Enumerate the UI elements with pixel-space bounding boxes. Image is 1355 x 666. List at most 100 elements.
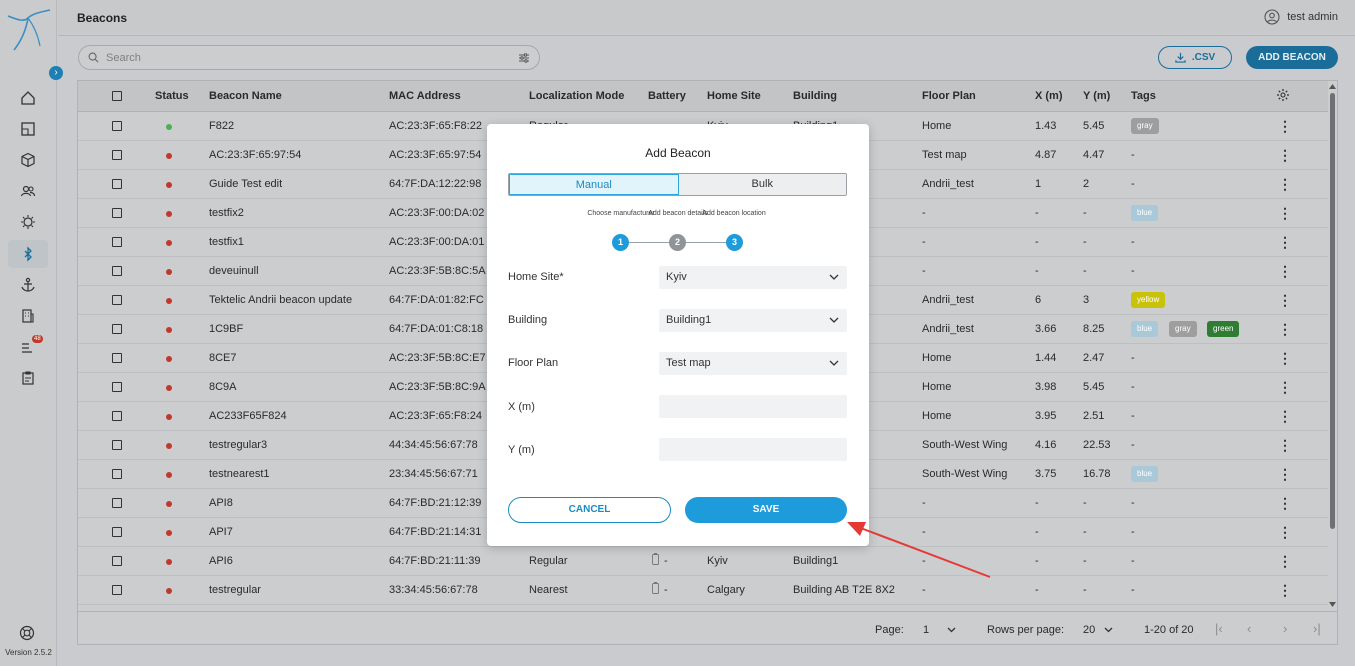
column-settings-icon[interactable] <box>1276 88 1290 102</box>
nav-beacons[interactable] <box>8 240 48 268</box>
row-checkbox[interactable] <box>112 208 122 218</box>
row-checkbox[interactable] <box>112 266 122 276</box>
search-input[interactable] <box>106 51 518 64</box>
floor-plan-select[interactable]: Test map <box>659 352 847 375</box>
chevron-down-icon <box>829 317 839 323</box>
row-checkbox[interactable] <box>112 469 122 479</box>
mac-address: AC:23:3F:5B:8C:5A <box>389 265 486 277</box>
column-header[interactable]: Y (m) <box>1083 90 1110 102</box>
prev-page-icon[interactable]: ‹ <box>1247 621 1251 636</box>
beacon-name: 1C9BF <box>209 323 244 335</box>
chevron-down-icon[interactable] <box>947 627 956 633</box>
row-checkbox[interactable] <box>112 353 122 363</box>
row-checkbox[interactable] <box>112 237 122 247</box>
chevron-down-icon[interactable] <box>1104 627 1113 633</box>
column-header[interactable]: Battery <box>648 90 686 102</box>
next-page-icon[interactable]: › <box>1283 621 1287 636</box>
row-menu-icon[interactable]: ⋮ <box>1278 467 1292 481</box>
row-checkbox[interactable] <box>112 382 122 392</box>
users-icon <box>20 185 36 197</box>
x-input[interactable] <box>659 395 847 418</box>
cancel-button[interactable]: CANCEL <box>508 497 671 523</box>
column-header[interactable]: Home Site <box>707 90 761 102</box>
nav-users[interactable] <box>15 180 41 202</box>
status-dot <box>166 530 172 536</box>
nav-reports[interactable] <box>15 367 41 389</box>
table-row[interactable]: API6 64:7F:BD:21:11:39 Regular - Kyiv Buildin… <box>78 547 1328 576</box>
row-checkbox[interactable] <box>112 440 122 450</box>
tag-badge: blue <box>1131 466 1159 482</box>
user-menu[interactable]: test admin <box>1264 9 1338 25</box>
row-menu-icon[interactable]: ⋮ <box>1278 177 1292 191</box>
help-icon[interactable] <box>19 625 35 641</box>
column-header[interactable]: Floor Plan <box>922 90 976 102</box>
row-menu-icon[interactable]: ⋮ <box>1278 380 1292 394</box>
column-header[interactable]: X (m) <box>1035 90 1063 102</box>
first-page-icon[interactable]: |‹ <box>1215 621 1223 636</box>
nav-map[interactable] <box>15 118 41 140</box>
nav-settings[interactable] <box>15 211 41 233</box>
row-menu-icon[interactable]: ⋮ <box>1278 264 1292 278</box>
expand-sidebar-button[interactable]: › <box>49 66 63 80</box>
row-menu-icon[interactable]: ⋮ <box>1278 583 1292 597</box>
column-header[interactable]: Tags <box>1131 90 1156 102</box>
row-menu-icon[interactable]: ⋮ <box>1278 119 1292 133</box>
row-menu-icon[interactable]: ⋮ <box>1278 409 1292 423</box>
column-header[interactable]: Localization Mode <box>529 90 624 102</box>
row-checkbox[interactable] <box>112 585 122 595</box>
status-dot <box>166 588 172 594</box>
nav-notifications[interactable]: 48 <box>15 335 43 358</box>
scroll-up-icon[interactable] <box>1329 84 1336 89</box>
filter-icon[interactable] <box>518 52 530 64</box>
row-checkbox[interactable] <box>112 411 122 421</box>
row-menu-icon[interactable]: ⋮ <box>1278 525 1292 539</box>
save-button[interactable]: SAVE <box>685 497 847 523</box>
last-page-icon[interactable]: ›| <box>1313 621 1321 636</box>
building-select[interactable]: Building1 <box>659 309 847 332</box>
row-menu-icon[interactable]: ⋮ <box>1278 438 1292 452</box>
tags-empty: - <box>1131 381 1135 393</box>
column-header[interactable]: MAC Address <box>389 90 461 102</box>
row-checkbox[interactable] <box>112 527 122 537</box>
row-checkbox[interactable] <box>112 179 122 189</box>
export-csv-button[interactable]: .CSV <box>1158 46 1232 69</box>
table-row[interactable]: testregular 33:34:45:56:67:78 Nearest - Calg… <box>78 576 1328 605</box>
column-header[interactable]: Beacon Name <box>209 90 282 102</box>
page-select[interactable]: 1 <box>923 624 929 636</box>
select-all-checkbox[interactable] <box>112 91 122 101</box>
status-dot <box>166 356 172 362</box>
row-checkbox[interactable] <box>112 295 122 305</box>
column-header[interactable]: Building <box>793 90 837 102</box>
search-bar[interactable] <box>78 45 540 70</box>
rows-per-page-select[interactable]: 20 <box>1083 624 1095 636</box>
row-checkbox[interactable] <box>112 150 122 160</box>
beacon-name: AC:23:3F:65:97:54 <box>209 149 302 161</box>
row-checkbox[interactable] <box>112 324 122 334</box>
nav-anchors[interactable] <box>15 274 41 296</box>
home-site-select[interactable]: Kyiv <box>659 266 847 289</box>
nav-home[interactable] <box>15 87 41 109</box>
y-value: 5.45 <box>1083 381 1105 393</box>
row-checkbox[interactable] <box>112 556 122 566</box>
mac-address: 64:7F:BD:21:12:39 <box>389 497 482 509</box>
scroll-down-icon[interactable] <box>1329 602 1336 607</box>
row-menu-icon[interactable]: ⋮ <box>1278 293 1292 307</box>
row-menu-icon[interactable]: ⋮ <box>1278 206 1292 220</box>
scrollbar-thumb[interactable] <box>1330 93 1335 529</box>
row-checkbox[interactable] <box>112 498 122 508</box>
row-checkbox[interactable] <box>112 121 122 131</box>
row-menu-icon[interactable]: ⋮ <box>1278 496 1292 510</box>
nav-assets[interactable] <box>15 149 41 171</box>
row-menu-icon[interactable]: ⋮ <box>1278 351 1292 365</box>
add-beacon-button[interactable]: ADD BEACON <box>1246 46 1338 69</box>
row-menu-icon[interactable]: ⋮ <box>1278 554 1292 568</box>
column-header[interactable]: Status <box>155 90 189 102</box>
tab-manual[interactable]: Manual <box>509 174 679 195</box>
row-menu-icon[interactable]: ⋮ <box>1278 235 1292 249</box>
tab-bulk[interactable]: Bulk <box>678 174 846 195</box>
row-menu-icon[interactable]: ⋮ <box>1278 322 1292 336</box>
row-menu-icon[interactable]: ⋮ <box>1278 148 1292 162</box>
tags-empty: - <box>1131 439 1135 451</box>
nav-buildings[interactable] <box>15 305 41 327</box>
y-input[interactable] <box>659 438 847 461</box>
